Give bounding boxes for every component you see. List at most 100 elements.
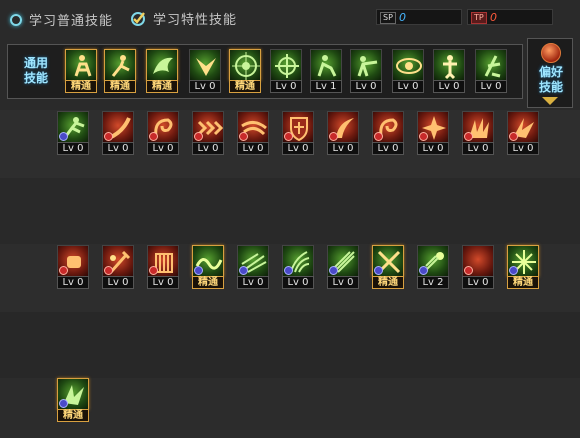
checkbox-icon[interactable] (130, 11, 146, 27)
ex-badge-icon (509, 132, 518, 141)
rune-icon (475, 49, 507, 81)
skill-r3-2[interactable]: Lv 0 (102, 245, 134, 289)
top-bar: 学习普通技能 学习特性技能 SP 0 TP 0 (0, 0, 580, 38)
skill-r4-1[interactable]: 精通 (57, 378, 89, 422)
skill-r3-3[interactable]: Lv 0 (147, 245, 179, 289)
preference-label: 偏好 技能 (531, 65, 571, 95)
pref-label-line2: 技能 (538, 80, 563, 94)
sp-value: 0 (399, 11, 406, 24)
ex-badge-icon (464, 266, 473, 275)
skill-level: Lv 0 (392, 80, 424, 93)
skill-level: Lv 0 (327, 142, 359, 155)
ex-badge-icon (374, 266, 383, 275)
skill-level: Lv 0 (433, 80, 465, 93)
skill-level: Lv 0 (189, 80, 221, 93)
skill-r3-4[interactable]: 精通 (192, 245, 224, 289)
skill-common-9[interactable]: Lv 0 (392, 49, 424, 93)
skill-r2-4[interactable]: Lv 0 (192, 111, 224, 155)
crouch-figure-icon (65, 49, 97, 81)
ex-badge-icon (329, 132, 338, 141)
skill-r2-6[interactable]: Lv 0 (282, 111, 314, 155)
skill-r3-11[interactable]: 精通 (507, 245, 539, 289)
skill-level: Lv 0 (350, 80, 382, 93)
ex-badge-icon (239, 132, 248, 141)
glow-figure-icon (433, 49, 465, 81)
skill-level: Lv 1 (310, 80, 342, 93)
skill-level: Lv 0 (57, 142, 89, 155)
skill-common-4[interactable]: Lv 0 (189, 49, 221, 93)
skill-level: 精通 (57, 409, 89, 422)
skill-common-2[interactable]: 精通 (104, 49, 136, 93)
ex-badge-icon (194, 266, 203, 275)
dragon-icon (146, 49, 178, 81)
skill-level: Lv 0 (270, 80, 302, 93)
ex-badge-icon (59, 399, 68, 408)
ex-badge-icon (509, 266, 518, 275)
skill-r3-10[interactable]: Lv 0 (462, 245, 494, 289)
skill-r2-11[interactable]: Lv 0 (507, 111, 539, 155)
skill-common-8[interactable]: Lv 0 (350, 49, 382, 93)
skill-level: Lv 0 (507, 142, 539, 155)
skill-level: Lv 0 (462, 142, 494, 155)
skill-level: 精通 (146, 80, 178, 93)
skill-r2-2[interactable]: Lv 0 (102, 111, 134, 155)
ex-badge-icon (239, 266, 248, 275)
ex-badge-icon (284, 132, 293, 141)
skill-common-1[interactable]: 精通 (65, 49, 97, 93)
skill-level: 精通 (65, 80, 97, 93)
skill-r2-5[interactable]: Lv 0 (237, 111, 269, 155)
eye-icon (392, 49, 424, 81)
expand-arrow-icon[interactable] (542, 97, 558, 105)
ex-badge-icon (59, 132, 68, 141)
skill-common-3[interactable]: 精通 (146, 49, 178, 93)
skill-common-6[interactable]: Lv 0 (270, 49, 302, 93)
learn-normal-label: 学习普通技能 (29, 14, 114, 29)
kneel-figure-icon (310, 49, 342, 81)
preference-skills-button[interactable]: 偏好 技能 (527, 38, 573, 108)
skill-level: Lv 0 (327, 276, 359, 289)
skill-level: Lv 0 (417, 142, 449, 155)
skill-r2-10[interactable]: Lv 0 (462, 111, 494, 155)
tp-counter: TP 0 (467, 9, 553, 25)
skill-common-11[interactable]: Lv 0 (475, 49, 507, 93)
skill-common-5[interactable]: 精通 (229, 49, 261, 93)
skill-r2-7[interactable]: Lv 0 (327, 111, 359, 155)
skill-level: Lv 0 (102, 142, 134, 155)
skill-r3-8[interactable]: 精通 (372, 245, 404, 289)
ex-badge-icon (194, 132, 203, 141)
skill-r3-1[interactable]: Lv 0 (57, 245, 89, 289)
learn-special-option[interactable]: 学习特性技能 (130, 9, 237, 28)
skill-r3-5[interactable]: Lv 0 (237, 245, 269, 289)
tp-tag: TP (471, 12, 487, 24)
learn-special-label: 学习特性技能 (153, 13, 238, 28)
skill-r2-3[interactable]: Lv 0 (147, 111, 179, 155)
ex-badge-icon (329, 266, 338, 275)
ex-badge-icon (104, 132, 113, 141)
skill-common-7[interactable]: Lv 1 (310, 49, 342, 93)
skill-common-10[interactable]: Lv 0 (433, 49, 465, 93)
skill-level: Lv 2 (417, 276, 449, 289)
sp-tag: SP (380, 12, 396, 24)
skill-level: Lv 0 (57, 276, 89, 289)
learn-normal-option[interactable]: 学习普通技能 (10, 10, 113, 29)
skill-r3-7[interactable]: Lv 0 (327, 245, 359, 289)
radio-icon[interactable] (10, 13, 22, 26)
skill-r3-9[interactable]: Lv 2 (417, 245, 449, 289)
skill-r2-1[interactable]: Lv 0 (57, 111, 89, 155)
skill-r3-6[interactable]: Lv 0 (282, 245, 314, 289)
target-icon (229, 49, 261, 81)
skill-level: Lv 0 (147, 142, 179, 155)
skill-level: 精通 (507, 276, 539, 289)
crosshair-icon (270, 49, 302, 81)
gem-icon (541, 43, 561, 63)
skill-r2-8[interactable]: Lv 0 (372, 111, 404, 155)
common-label-line2: 技能 (23, 71, 48, 85)
skill-r2-9[interactable]: Lv 0 (417, 111, 449, 155)
skill-level: Lv 0 (372, 142, 404, 155)
common-skills-label: 通用 技能 (18, 56, 54, 86)
ex-badge-icon (104, 266, 113, 275)
leap-figure-icon (104, 49, 136, 81)
ex-badge-icon (149, 266, 158, 275)
ex-badge-icon (374, 132, 383, 141)
tp-value: 0 (490, 11, 497, 24)
